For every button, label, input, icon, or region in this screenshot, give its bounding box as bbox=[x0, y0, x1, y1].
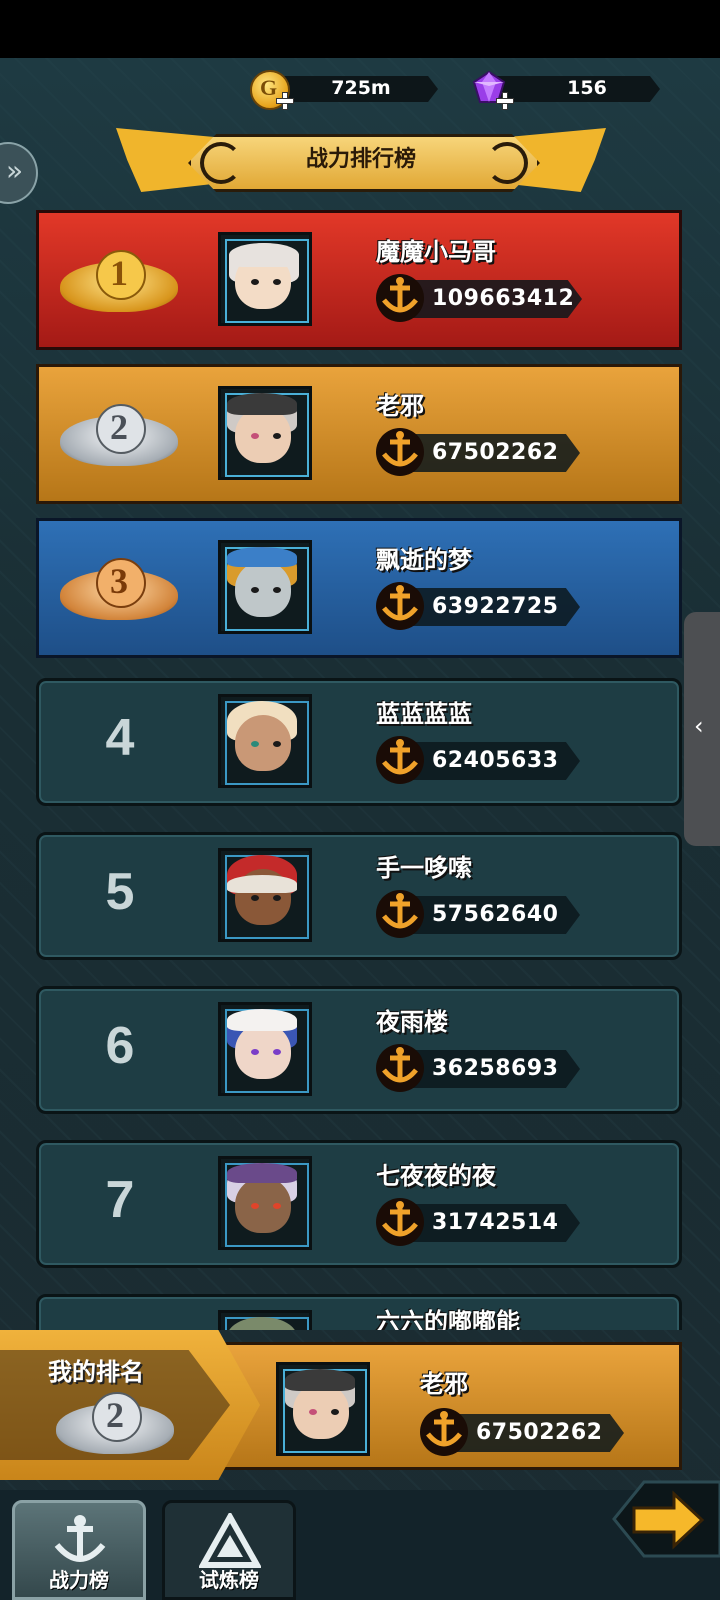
gem-amount: 156 bbox=[567, 77, 607, 99]
ranking-row[interactable]: 1 魔魔小马哥 109663412 bbox=[36, 210, 682, 350]
chevron-left-icon: ‹ bbox=[694, 712, 704, 740]
page-title: 战力排行榜 bbox=[305, 147, 416, 172]
ranking-row[interactable]: 7 七夜夜的夜 31742514 bbox=[36, 1134, 682, 1274]
avatar[interactable] bbox=[218, 386, 312, 480]
avatar[interactable] bbox=[218, 1310, 312, 1330]
player-name: 手一哆嗦 bbox=[376, 854, 472, 882]
anchor-power-icon bbox=[376, 890, 424, 938]
ranking-row[interactable]: 3 飘逝的梦 63922725 bbox=[36, 518, 682, 658]
silver-medal-icon: 2 bbox=[56, 1384, 174, 1462]
gold-amount: 725m bbox=[331, 77, 391, 99]
rank-number: 2 bbox=[106, 1395, 124, 1435]
power-value: 63922725 bbox=[432, 594, 559, 619]
anchor-power-icon bbox=[420, 1408, 468, 1456]
power-value: 62405633 bbox=[432, 748, 559, 773]
anchor-power-icon bbox=[376, 736, 424, 784]
tab-power-ranking[interactable]: 战力榜 bbox=[12, 1500, 146, 1600]
rank-number: 3 bbox=[110, 561, 128, 601]
tab-trial-ranking[interactable]: 试炼榜 bbox=[162, 1500, 296, 1600]
power-value: 109663412 bbox=[432, 286, 575, 311]
right-drawer-handle[interactable]: ‹ bbox=[684, 612, 720, 846]
next-arrow-button[interactable] bbox=[604, 1476, 720, 1562]
silver-medal-icon: 2 bbox=[60, 396, 178, 474]
double-chevron-icon: » bbox=[6, 154, 24, 187]
my-rank-label: 我的排名 bbox=[48, 1358, 144, 1386]
ranking-row[interactable]: 6 夜雨楼 36258693 bbox=[36, 980, 682, 1120]
rank-number: 6 bbox=[105, 1017, 135, 1075]
power-value: 67502262 bbox=[432, 440, 559, 465]
player-name: 七夜夜的夜 bbox=[376, 1162, 496, 1190]
player-name: 老邪 bbox=[376, 392, 424, 420]
avatar[interactable] bbox=[276, 1362, 370, 1456]
add-gem-icon[interactable] bbox=[496, 92, 514, 110]
title-banner: 战力排行榜 bbox=[116, 128, 606, 192]
tab-label: 试炼榜 bbox=[199, 1568, 259, 1592]
rank-number: 7 bbox=[105, 1171, 135, 1229]
status-bar bbox=[0, 0, 720, 58]
anchor-power-icon bbox=[376, 428, 424, 476]
player-name: 飘逝的梦 bbox=[376, 546, 472, 574]
gem-currency[interactable]: 156 bbox=[470, 70, 662, 110]
anchor-power-icon bbox=[376, 582, 424, 630]
player-name: 蓝蓝蓝蓝 bbox=[376, 700, 472, 728]
rank-number: 2 bbox=[110, 407, 128, 447]
avatar[interactable] bbox=[218, 1156, 312, 1250]
gold-medal-icon: 1 bbox=[60, 242, 178, 320]
avatar[interactable] bbox=[218, 848, 312, 942]
rank-number: 4 bbox=[105, 709, 135, 767]
avatar[interactable] bbox=[218, 694, 312, 788]
avatar[interactable] bbox=[218, 232, 312, 326]
add-gold-icon[interactable] bbox=[276, 92, 294, 110]
row-frame bbox=[36, 1294, 682, 1330]
player-name: 老邪 bbox=[420, 1370, 468, 1398]
gold-currency[interactable]: G 725m bbox=[250, 70, 440, 110]
power-value: 36258693 bbox=[432, 1056, 559, 1081]
player-name: 夜雨楼 bbox=[376, 1008, 448, 1036]
bronze-medal-icon: 3 bbox=[60, 550, 178, 628]
ranking-row[interactable]: 4 蓝蓝蓝蓝 62405633 bbox=[36, 672, 682, 812]
power-value: 31742514 bbox=[432, 1210, 559, 1235]
avatar[interactable] bbox=[218, 540, 312, 634]
power-value: 67502262 bbox=[476, 1420, 603, 1445]
anchor-power-icon bbox=[376, 274, 424, 322]
rank-number: 1 bbox=[110, 253, 128, 293]
tab-label: 战力榜 bbox=[49, 1568, 109, 1592]
ranking-row[interactable]: 2 老邪 67502262 bbox=[36, 364, 682, 504]
ranking-row[interactable]: 六六的嘟嘟能 bbox=[36, 1288, 682, 1330]
anchor-power-icon bbox=[376, 1198, 424, 1246]
player-name: 魔魔小马哥 bbox=[376, 238, 496, 266]
my-rank-bar[interactable]: 我的排名 2 老邪 67502262 bbox=[0, 1330, 720, 1480]
ranking-row[interactable]: 5 手一哆嗦 57562640 bbox=[36, 826, 682, 966]
power-value: 57562640 bbox=[432, 902, 559, 927]
rank-number: 5 bbox=[105, 863, 135, 921]
anchor-power-icon bbox=[376, 1044, 424, 1092]
player-name: 六六的嘟嘟能 bbox=[376, 1308, 520, 1330]
avatar[interactable] bbox=[218, 1002, 312, 1096]
